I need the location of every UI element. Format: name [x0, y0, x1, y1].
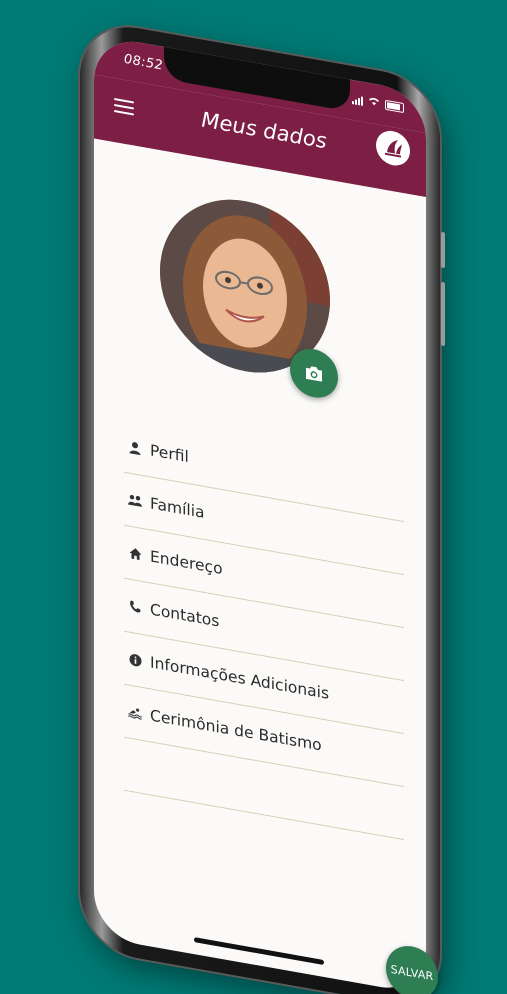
status-icons: [352, 93, 404, 114]
swimming-icon: [128, 704, 142, 720]
signal-icon: [352, 94, 363, 106]
phone-frame: 08:52 Meus dados Perfil Família Endereço…: [80, 18, 445, 994]
person-icon: [128, 439, 142, 455]
page-background: 08:52 Meus dados Perfil Família Endereço…: [0, 0, 507, 994]
status-time: 08:52: [124, 51, 163, 74]
home-icon: [128, 545, 142, 561]
phone-screen: 08:52 Meus dados Perfil Família Endereço…: [94, 34, 426, 994]
menu-item-label: Contatos: [150, 600, 220, 631]
menu-item-label: Família: [150, 494, 205, 522]
phone-icon: [128, 598, 142, 614]
menu-item-label: Endereço: [150, 547, 223, 579]
home-indicator: [194, 937, 324, 966]
save-button[interactable]: SALVAR: [386, 941, 438, 994]
church-logo-icon: [376, 128, 410, 169]
phone-side-button: [441, 231, 445, 269]
battery-icon: [385, 99, 404, 114]
family-icon: [128, 492, 142, 508]
camera-icon: [306, 366, 322, 382]
info-icon: [128, 651, 142, 667]
phone-side-button: [441, 281, 445, 347]
menu-item-label: Perfil: [150, 441, 189, 467]
change-photo-camera-button[interactable]: [290, 345, 338, 402]
wifi-icon: [368, 96, 380, 110]
profile-sections-list: Perfil Família Endereço Contatos Informa…: [124, 419, 404, 841]
